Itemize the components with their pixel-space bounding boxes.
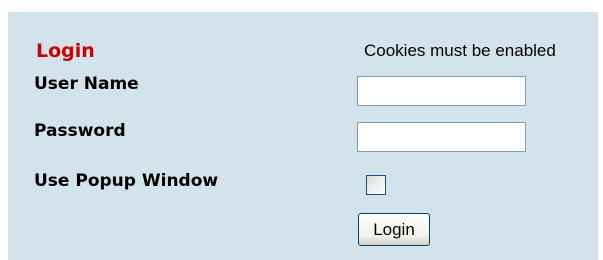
login-button[interactable]: Login	[358, 213, 430, 246]
username-input[interactable]	[357, 76, 526, 106]
username-label: User Name	[34, 74, 139, 94]
use-popup-window-label: Use Popup Window	[34, 171, 219, 191]
password-label: Password	[34, 121, 126, 141]
login-title: Login	[36, 40, 95, 62]
password-input[interactable]	[357, 122, 526, 152]
use-popup-window-checkbox[interactable]	[366, 175, 386, 195]
cookies-notice: Cookies must be enabled	[364, 41, 556, 60]
